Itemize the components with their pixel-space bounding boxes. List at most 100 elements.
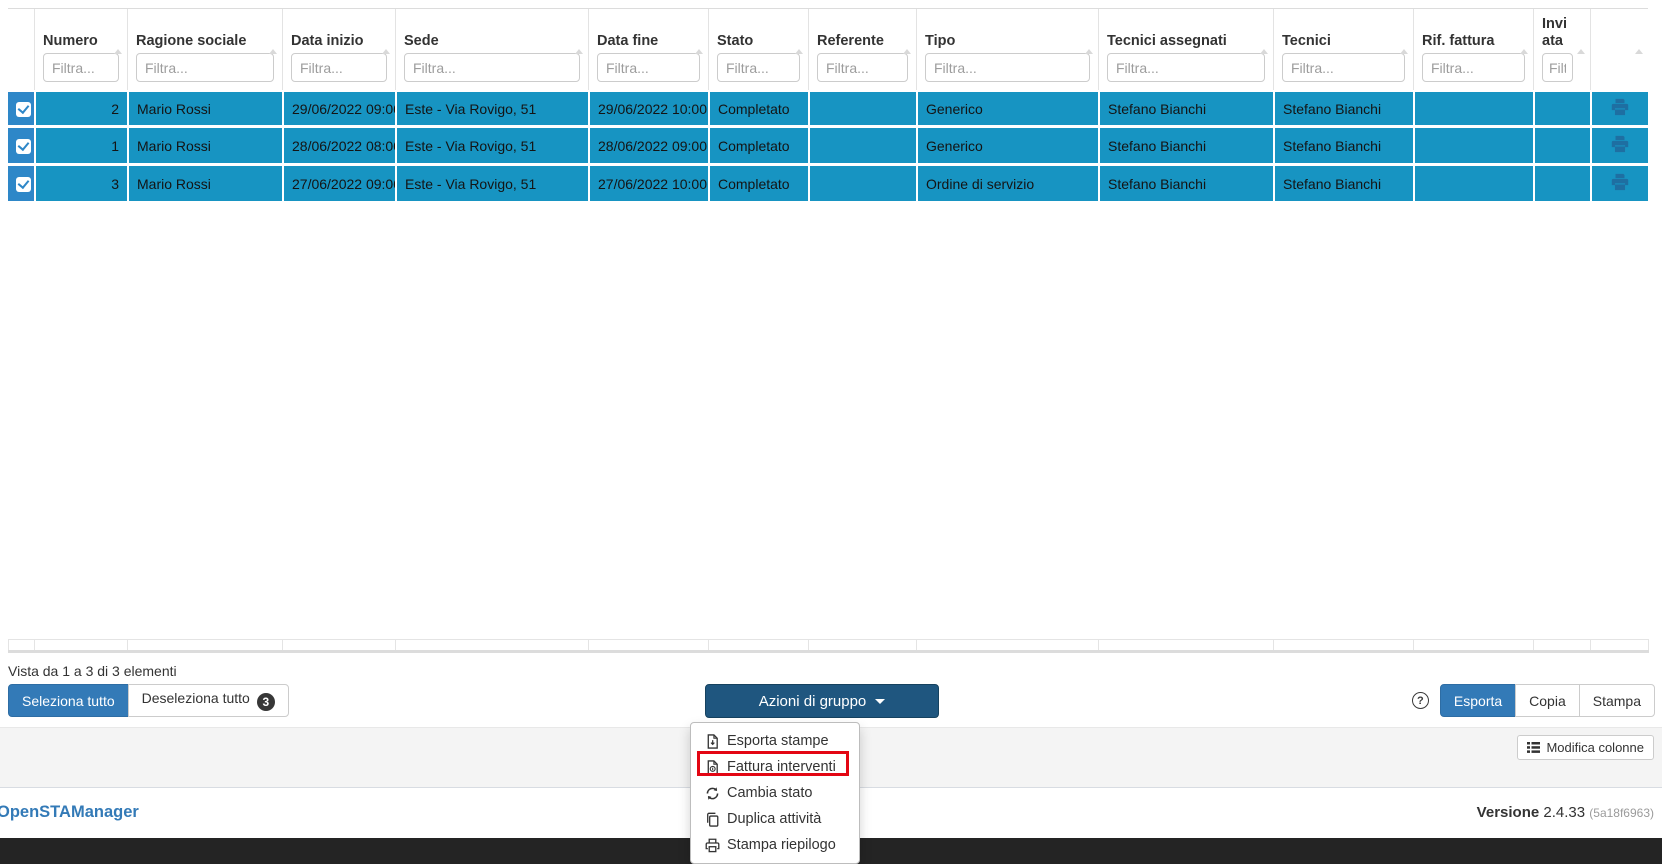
brand-link[interactable]: OpenSTAManager	[0, 803, 139, 822]
print-icon[interactable]	[1611, 173, 1629, 191]
cell-tecnici: Stefano Bianchi	[1273, 90, 1413, 128]
sort-icon	[1400, 49, 1408, 54]
selected-checkbox-icon[interactable]	[16, 139, 31, 154]
sort-icon	[1635, 49, 1643, 54]
table-row[interactable]: 2 Mario Rossi 29/06/2022 09:00 Este - Vi…	[8, 90, 1648, 128]
row-select-cell[interactable]	[8, 90, 34, 128]
version-label: Versione	[1477, 804, 1540, 821]
cell-tipo: Ordine di servizio	[916, 166, 1098, 204]
column-header-select	[8, 9, 34, 90]
menu-item-duplica-attivita[interactable]: Duplica attività	[691, 806, 859, 832]
menu-item-label: Cambia stato	[727, 785, 812, 801]
filter-input-tecnici[interactable]	[1282, 53, 1405, 82]
cell-referente	[808, 128, 916, 166]
row-select-cell[interactable]	[8, 166, 34, 204]
filter-input-stato[interactable]	[717, 53, 800, 82]
column-header-data-fine[interactable]: Data fine	[588, 9, 708, 90]
filter-input-sede[interactable]	[404, 53, 580, 82]
version-info: Versione 2.4.33 (5a18f6963)	[1477, 804, 1654, 821]
column-header-inviata[interactable]: Inviata	[1533, 9, 1590, 90]
cell-ragione-sociale: Mario Rossi	[127, 128, 282, 166]
selected-checkbox-icon[interactable]	[16, 177, 31, 192]
row-select-cell[interactable]	[8, 128, 34, 166]
menu-item-label: Duplica attività	[727, 811, 821, 827]
cell-sede: Este - Via Rovigo, 51	[395, 128, 588, 166]
column-header-tecnici-assegnati[interactable]: Tecnici assegnati	[1098, 9, 1273, 90]
cell-data-fine: 29/06/2022 10:00	[588, 90, 708, 128]
column-header-ragione-sociale[interactable]: Ragione sociale	[127, 9, 282, 90]
filter-input-rif-fattura[interactable]	[1422, 53, 1525, 82]
menu-item-fattura-interventi[interactable]: Fattura interventi	[691, 754, 859, 780]
filter-input-numero[interactable]	[43, 53, 119, 82]
menu-item-cambia-stato[interactable]: Cambia stato	[691, 780, 859, 806]
cell-numero: 1	[34, 128, 127, 166]
filter-input-data-fine[interactable]	[597, 53, 700, 82]
menu-item-label: Esporta stampe	[727, 733, 829, 749]
column-header-rif-fattura[interactable]: Rif. fattura	[1413, 9, 1533, 90]
group-actions-button[interactable]: Azioni di gruppo	[705, 684, 939, 718]
export-button-group: ? Esporta Copia Stampa	[1412, 684, 1655, 717]
cell-rif-fattura	[1413, 90, 1533, 128]
modify-columns-label: Modifica colonne	[1546, 740, 1644, 755]
help-icon[interactable]: ?	[1412, 692, 1429, 709]
group-actions-label: Azioni di gruppo	[759, 693, 867, 710]
selected-checkbox-icon[interactable]	[16, 102, 31, 117]
filter-input-tecnici-assegnati[interactable]	[1107, 53, 1265, 82]
cell-sede: Este - Via Rovigo, 51	[395, 166, 588, 204]
sort-icon	[1085, 49, 1093, 54]
columns-list-icon	[1527, 742, 1540, 753]
interventions-table: Numero Ragione sociale Data inizio	[8, 8, 1648, 204]
menu-item-stampa-riepilogo[interactable]: Stampa riepilogo	[691, 832, 859, 858]
column-header-referente[interactable]: Referente	[808, 9, 916, 90]
sort-icon	[1260, 49, 1268, 54]
sort-icon	[575, 49, 583, 54]
column-header-data-inizio[interactable]: Data inizio	[282, 9, 395, 90]
caret-down-icon	[875, 699, 885, 704]
cell-data-inizio: 28/06/2022 08:00	[282, 128, 395, 166]
column-header-print[interactable]	[1590, 9, 1648, 90]
row-print-cell[interactable]	[1590, 128, 1648, 166]
selected-count-badge: 3	[257, 693, 275, 711]
cell-inviata	[1533, 166, 1590, 204]
cell-rif-fattura	[1413, 166, 1533, 204]
cell-data-inizio: 27/06/2022 09:00	[282, 166, 395, 204]
modify-columns-button[interactable]: Modifica colonne	[1517, 735, 1654, 760]
cell-referente	[808, 90, 916, 128]
sort-icon	[1520, 49, 1528, 54]
sort-icon	[269, 49, 277, 54]
sort-icon	[695, 49, 703, 54]
copy-button[interactable]: Copia	[1515, 684, 1580, 717]
cell-tecnici: Stefano Bianchi	[1273, 166, 1413, 204]
table-row[interactable]: 3 Mario Rossi 27/06/2022 09:00 Este - Vi…	[8, 166, 1648, 204]
column-header-sede[interactable]: Sede	[395, 9, 588, 90]
column-header-numero[interactable]: Numero	[34, 9, 127, 90]
cell-ragione-sociale: Mario Rossi	[127, 90, 282, 128]
cell-rif-fattura	[1413, 128, 1533, 166]
print-icon[interactable]	[1611, 135, 1629, 153]
filter-input-tipo[interactable]	[925, 53, 1090, 82]
cell-stato: Completato	[708, 128, 808, 166]
filter-input-inviata[interactable]	[1542, 53, 1573, 82]
filter-input-ragione-sociale[interactable]	[136, 53, 274, 82]
column-header-stato[interactable]: Stato	[708, 9, 808, 90]
menu-item-label: Stampa riepilogo	[727, 837, 836, 853]
row-print-cell[interactable]	[1590, 166, 1648, 204]
cell-tecnici-assegnati: Stefano Bianchi	[1098, 90, 1273, 128]
table-row[interactable]: 1 Mario Rossi 28/06/2022 08:00 Este - Vi…	[8, 128, 1648, 166]
print-button[interactable]: Stampa	[1579, 684, 1655, 717]
deselect-all-button[interactable]: Deseleziona tutto3	[128, 684, 289, 717]
select-all-button[interactable]: Seleziona tutto	[8, 684, 129, 717]
column-header-tecnici[interactable]: Tecnici	[1273, 9, 1413, 90]
column-header-tipo[interactable]: Tipo	[916, 9, 1098, 90]
print-icon[interactable]	[1611, 98, 1629, 116]
group-actions-menu: Esporta stampe Fattura interventi Cambia…	[690, 722, 860, 864]
sync-icon	[705, 786, 720, 801]
filter-input-referente[interactable]	[817, 53, 908, 82]
filter-input-data-inizio[interactable]	[291, 53, 387, 82]
print-icon	[705, 838, 720, 853]
cell-tipo: Generico	[916, 90, 1098, 128]
menu-item-esporta-stampe[interactable]: Esporta stampe	[691, 728, 859, 754]
row-print-cell[interactable]	[1590, 90, 1648, 128]
export-button[interactable]: Esporta	[1440, 684, 1516, 717]
table-footer-strip	[8, 639, 1648, 653]
